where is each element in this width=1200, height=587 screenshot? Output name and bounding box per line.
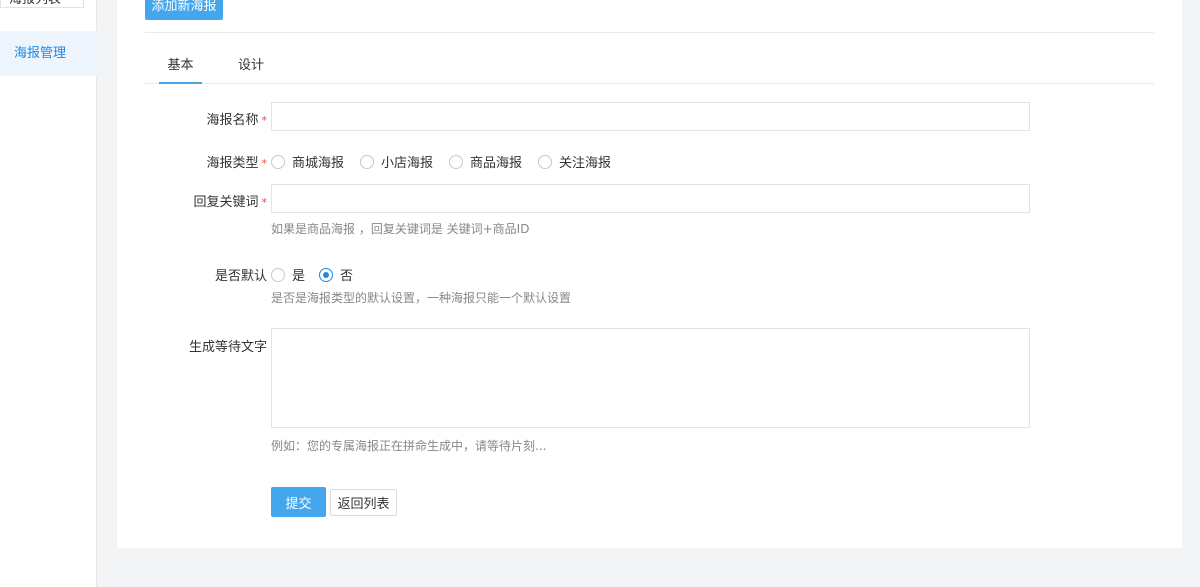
sidebar: 海报列表 海报管理 (0, 0, 97, 587)
radio-label: 是 (292, 269, 306, 284)
tab-design[interactable]: 设计 (229, 52, 273, 84)
poster-type-option-shop[interactable]: 小店海报 (360, 152, 433, 171)
poster-type-option-follow[interactable]: 关注海报 (538, 152, 611, 171)
is-default-radio-group: 是 否 (271, 265, 369, 284)
poster-name-input[interactable] (271, 102, 1030, 131)
poster-type-option-mall[interactable]: 商城海报 (271, 152, 344, 171)
tab-bar: 基本 设计 (145, 52, 1154, 84)
main-panel: 添加新海报 基本 设计 海报名称 * 海报类型 * 商城海报 小店海报 商品海报 关… (117, 0, 1182, 548)
back-to-list-button[interactable]: 返回列表 (330, 489, 397, 516)
required-mark: * (261, 157, 268, 170)
poster-name-label: 海报名称 * (117, 109, 267, 128)
radio-circle[interactable] (449, 154, 464, 169)
tab-basic[interactable]: 基本 (159, 52, 202, 84)
radio-label: 否 (340, 269, 354, 284)
radio-label: 商城海报 (292, 156, 345, 171)
radio-label: 小店海报 (381, 156, 434, 171)
radio-circle[interactable] (271, 154, 285, 169)
is-default-option-no[interactable]: 否 (319, 265, 353, 284)
wait-text-label: 生成等待文字 (188, 340, 267, 355)
sidebar-top-tab[interactable]: 海报列表 (0, 0, 84, 8)
radio-circle-checked[interactable] (319, 267, 334, 282)
is-default-label: 是否默认 (214, 269, 267, 284)
required-mark: * (261, 114, 268, 127)
radio-label: 商品海报 (470, 156, 523, 171)
poster-type-option-product[interactable]: 商品海报 (449, 152, 522, 171)
radio-circle[interactable] (271, 267, 285, 282)
is-default-hint: 是否是海报类型的默认设置，一种海报只能一个默认设置 (271, 291, 572, 305)
submit-button[interactable]: 提交 (271, 487, 326, 517)
wait-text-textarea[interactable] (271, 328, 1030, 428)
poster-type-label: 海报类型 * (117, 152, 267, 171)
is-default-option-yes[interactable]: 是 (271, 265, 305, 284)
reply-keyword-label-text: 回复关键词 (193, 195, 259, 210)
divider (145, 32, 1154, 33)
add-poster-button[interactable]: 添加新海报 (145, 0, 223, 20)
radio-label: 关注海报 (559, 156, 612, 171)
reply-keyword-input[interactable] (271, 184, 1030, 213)
radio-circle[interactable] (360, 154, 375, 169)
wait-text-hint: 例如：您的专属海报正在拼命生成中，请等待片刻... (271, 439, 547, 453)
poster-type-radio-group: 商城海报 小店海报 商品海报 关注海报 (271, 152, 627, 171)
reply-keyword-hint: 如果是商品海报 ，回复关键词是 关键词+商品ID (271, 222, 530, 236)
reply-keyword-label: 回复关键词 * (117, 191, 267, 210)
required-mark: * (261, 196, 268, 209)
sidebar-item-poster-management[interactable]: 海报管理 (0, 31, 97, 76)
poster-name-label-text: 海报名称 (206, 113, 259, 128)
poster-type-label-text: 海报类型 (206, 156, 259, 171)
radio-circle[interactable] (538, 154, 553, 169)
